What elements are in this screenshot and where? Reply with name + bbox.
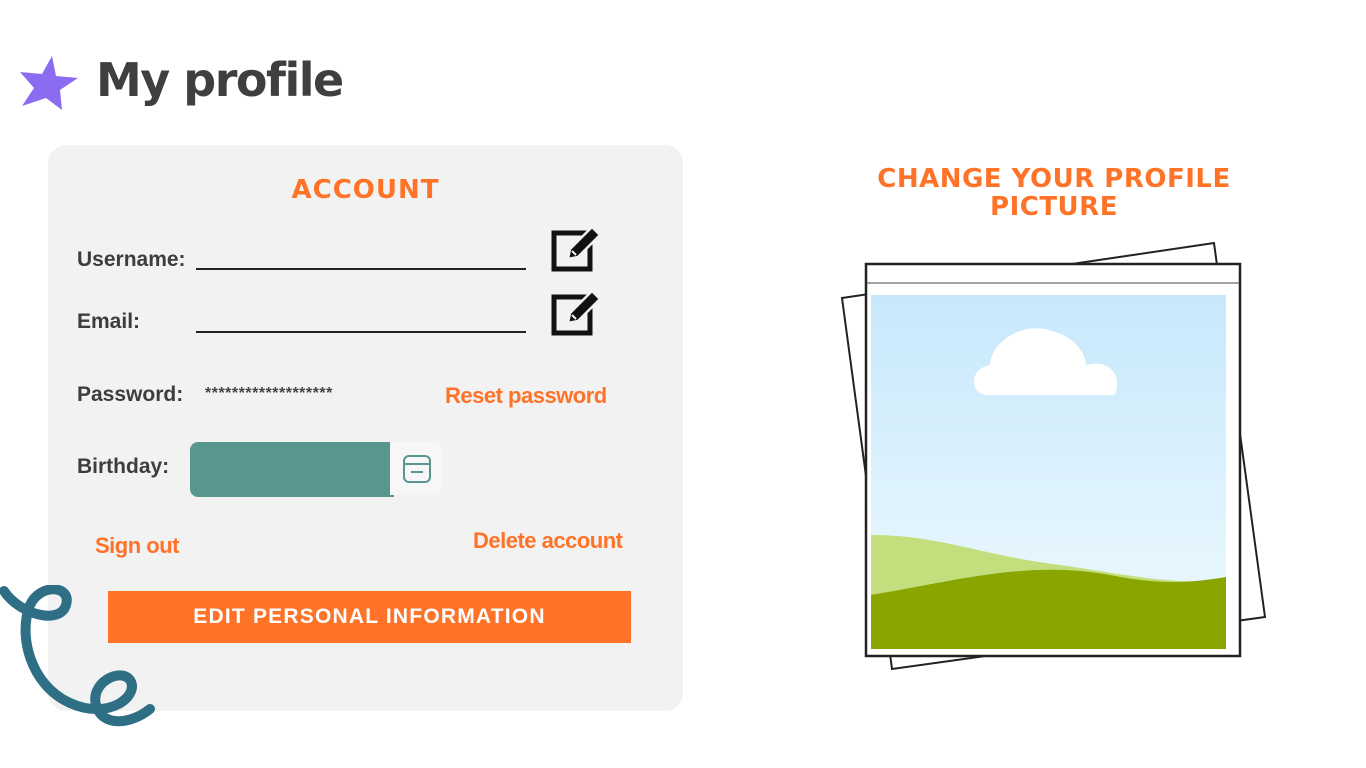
profile-picture-heading: CHANGE YOUR PROFILE PICTURE <box>877 164 1231 222</box>
email-label: Email: <box>77 310 141 333</box>
sign-out-link[interactable]: Sign out <box>95 533 179 559</box>
edit-icon <box>551 289 602 336</box>
username-label: Username: <box>77 248 186 271</box>
squiggle-decoration <box>0 585 155 727</box>
image-placeholder-icon <box>840 241 1267 671</box>
calendar-icon <box>403 455 431 483</box>
edit-username-button[interactable] <box>550 223 602 275</box>
delete-account-link[interactable]: Delete account <box>473 528 623 554</box>
reset-password-link[interactable]: Reset password <box>445 383 607 409</box>
account-title: ACCOUNT <box>291 175 440 205</box>
edit-personal-information-button[interactable]: EDIT PERSONAL INFORMATION <box>108 591 631 643</box>
password-value: ******************* <box>205 385 333 402</box>
birthday-input[interactable] <box>190 442 394 497</box>
page-title: My profile <box>96 53 344 107</box>
edit-email-button[interactable] <box>550 287 602 339</box>
edit-icon <box>551 225 602 272</box>
calendar-button[interactable] <box>390 442 442 495</box>
password-label: Password: <box>77 383 184 406</box>
email-field[interactable] <box>196 305 526 333</box>
username-field[interactable] <box>196 242 526 270</box>
profile-picture-placeholder[interactable] <box>830 235 1280 685</box>
star-icon <box>20 56 78 110</box>
birthday-label: Birthday: <box>77 455 170 478</box>
